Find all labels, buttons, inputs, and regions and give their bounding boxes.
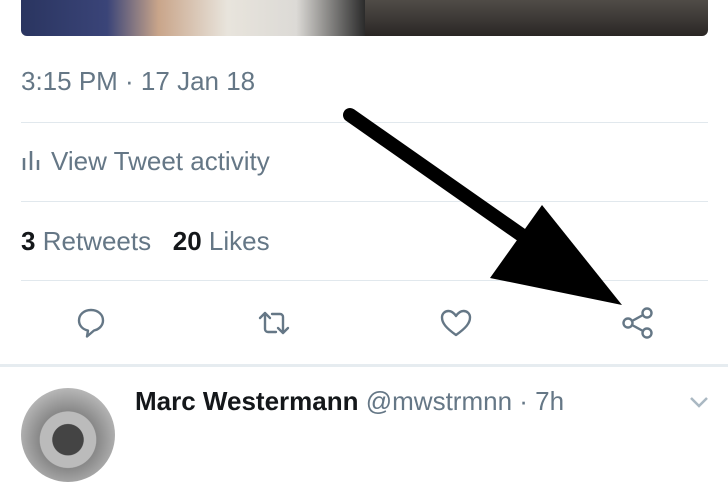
retweets-link[interactable]: 3 Retweets: [21, 226, 151, 256]
reply-icon: [77, 308, 105, 338]
share-button[interactable]: [620, 305, 656, 341]
tweet-media[interactable]: [21, 0, 708, 36]
tweet-timestamp: 3:15 PM · 17 Jan 18: [21, 66, 256, 96]
media-image-1[interactable]: [21, 0, 365, 36]
avatar[interactable]: [21, 388, 115, 482]
user-handle[interactable]: @mwstrmnn: [366, 386, 512, 416]
tweet-separator: [0, 364, 728, 367]
view-tweet-activity-link[interactable]: View Tweet activity: [21, 146, 270, 177]
divider: [21, 201, 708, 202]
like-icon: [440, 309, 472, 337]
reply-button[interactable]: [73, 305, 109, 341]
media-image-2[interactable]: [365, 0, 708, 36]
retweet-icon: [258, 311, 290, 335]
divider: [21, 122, 708, 123]
likes-label: Likes: [208, 226, 270, 256]
tweet-time: · 7h: [519, 386, 565, 416]
tweet-stats: 3 Retweets 20 Likes: [21, 226, 270, 257]
next-tweet-header: Marc Westermann @mwstrmnn · 7h: [135, 386, 564, 417]
activity-label: View Tweet activity: [51, 146, 270, 176]
chevron-down-icon[interactable]: [688, 394, 710, 410]
likes-count: 20: [172, 226, 202, 256]
activity-chart-icon: [22, 151, 40, 170]
share-icon: [622, 307, 653, 339]
retweet-button[interactable]: [256, 305, 292, 341]
divider: [21, 280, 708, 281]
likes-link[interactable]: 20 Likes: [173, 226, 270, 256]
retweets-count: 3: [21, 226, 36, 256]
like-button[interactable]: [438, 305, 474, 341]
user-name[interactable]: Marc Westermann: [135, 386, 359, 416]
retweets-label: Retweets: [42, 226, 152, 256]
